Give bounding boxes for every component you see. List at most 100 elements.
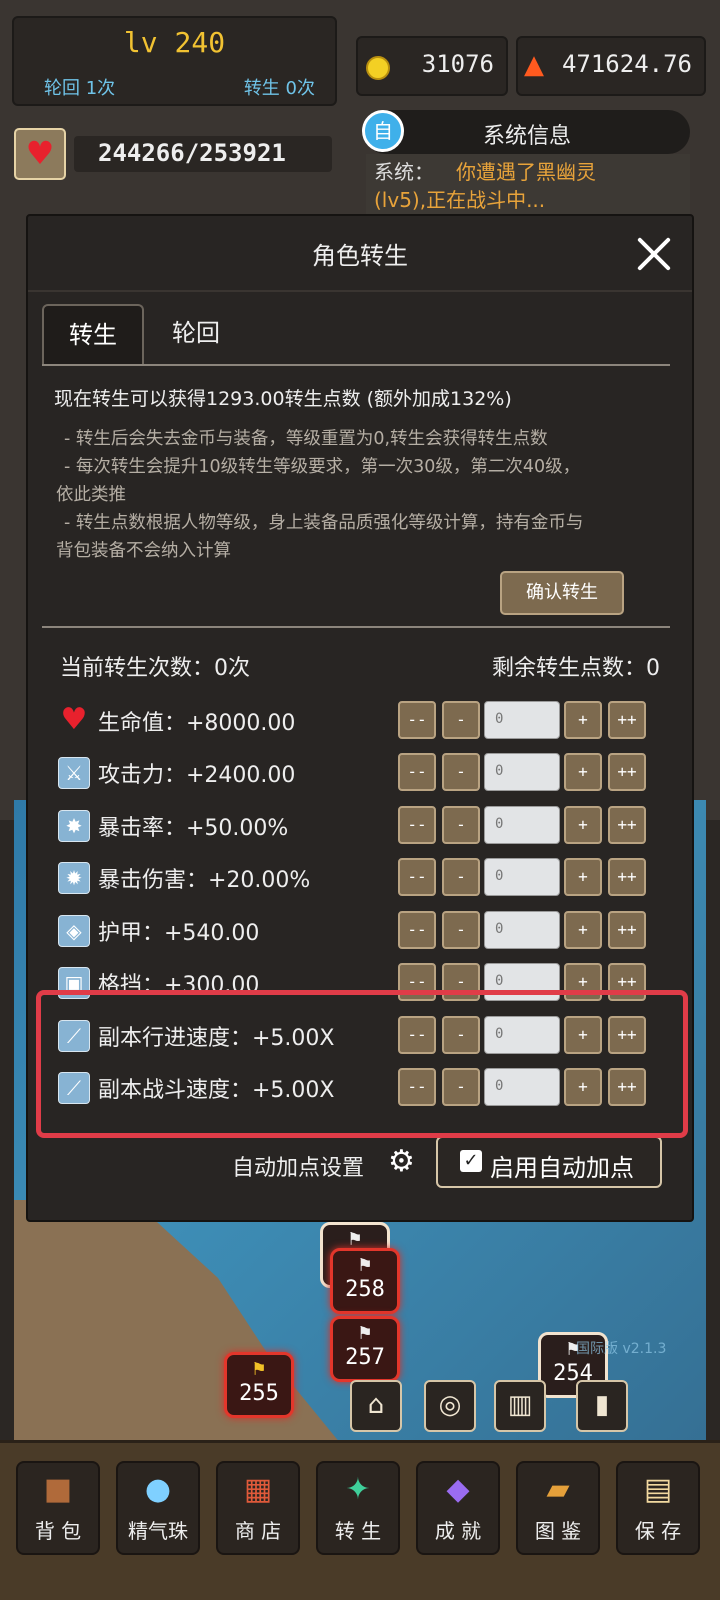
decrease-1-button[interactable]: -: [442, 858, 480, 896]
node-number: 255: [239, 1381, 279, 1406]
crit-damage-icon: ✹: [58, 862, 90, 894]
gold-panel: 31076: [356, 36, 508, 96]
fire-icon: ▲: [524, 50, 544, 80]
player-level: lv 240: [123, 26, 226, 59]
rebirth-note: - 每次转生会提升10级转生等级要求，第一次30级，第二次40级，: [64, 457, 581, 477]
stat-row: ✸ 暴击率：+50.00% -- -0 + ++: [58, 806, 658, 846]
decrease-10-button[interactable]: --: [398, 701, 436, 739]
increase-1-button[interactable]: +: [564, 806, 602, 844]
shield-icon: ◈: [58, 915, 90, 947]
tab-rebirth[interactable]: 转生: [42, 304, 144, 366]
stat-label: 生命值：+8000.00: [98, 711, 296, 736]
level-panel: lv 240 轮回 1次 转生 0次: [12, 16, 337, 106]
nav-label: 图 鉴: [534, 1519, 582, 1543]
increase-1-button[interactable]: +: [564, 911, 602, 949]
gear-icon[interactable]: ⚙: [388, 1144, 415, 1179]
stat-points-input[interactable]: 0: [484, 858, 560, 896]
shop-icon: ▦: [243, 1472, 273, 1507]
node-number: 257: [345, 1345, 385, 1370]
increase-10-button[interactable]: ++: [608, 753, 646, 791]
zhuansheng-count: 转生 0次: [243, 78, 315, 99]
enable-auto-points-button[interactable]: ✓ 启用自动加点: [436, 1136, 662, 1188]
stat-points-input[interactable]: 0: [484, 753, 560, 791]
highlight-box: [36, 990, 688, 1138]
portal-icon[interactable]: ⌂: [350, 1380, 402, 1432]
increase-10-button[interactable]: ++: [608, 911, 646, 949]
stat-row: ♥ 生命值：+8000.00 -- -0 + ++: [58, 701, 658, 741]
flag-icon: ⚑: [358, 1252, 372, 1276]
stat-label: 护甲：+540.00: [98, 921, 260, 946]
increase-1-button[interactable]: +: [564, 701, 602, 739]
increase-10-button[interactable]: ++: [608, 701, 646, 739]
decrease-10-button[interactable]: --: [398, 806, 436, 844]
stat-points-input[interactable]: 0: [484, 701, 560, 739]
backpack-icon: ■: [43, 1472, 73, 1507]
decrease-1-button[interactable]: -: [442, 806, 480, 844]
stat-label: 攻击力：+2400.00: [98, 763, 296, 788]
nav-label: 背 包: [34, 1519, 82, 1543]
map-node-active[interactable]: ⚑ 255: [224, 1352, 294, 1418]
nav-orb[interactable]: ● 精气珠: [116, 1461, 200, 1555]
nav-shop[interactable]: ▦ 商 店: [216, 1461, 300, 1555]
nav-achievement[interactable]: ◆ 成 就: [416, 1461, 500, 1555]
rebirth-note: 背包装备不会纳入计算: [56, 541, 231, 561]
increase-10-button[interactable]: ++: [608, 858, 646, 896]
bottom-navbar: ■ 背 包 ● 精气珠 ▦ 商 店 ✦ 转 生 ◆ 成 就 ▰ 图 鉴 ▤ 保 …: [0, 1440, 720, 1600]
close-icon[interactable]: [632, 232, 676, 276]
divider: [42, 626, 670, 628]
heart-icon: ♥: [60, 702, 88, 737]
stat-row: ✹ 暴击伤害：+20.00% -- -0 + ++: [58, 858, 658, 898]
coin-icon: [366, 56, 390, 80]
auto-points-settings-label: 自动加点设置: [232, 1156, 365, 1181]
speed-icon[interactable]: ◎: [424, 1380, 476, 1432]
power-panel: ▲ 471624.76: [516, 36, 706, 96]
divider: [28, 290, 692, 292]
decrease-1-button[interactable]: -: [442, 911, 480, 949]
tab-reincarnation[interactable]: 轮回: [146, 304, 246, 366]
system-log: 系统： 你遭遇了黑幽灵 (lv5),正在战斗中...: [366, 154, 690, 214]
stat-row: ⚔ 攻击力：+2400.00 -- -0 + ++: [58, 753, 658, 793]
decrease-1-button[interactable]: -: [442, 701, 480, 739]
rebirth-note: - 转生后会失去金币与装备，等级重置为0,转生会获得转生点数: [64, 429, 548, 449]
codex-icon: ▰: [546, 1472, 570, 1507]
power-amount: 471624.76: [561, 50, 692, 78]
gold-amount: 31076: [421, 50, 494, 78]
nav-label: 精气珠: [128, 1519, 188, 1543]
divider: [42, 364, 670, 366]
system-label: 系统：: [374, 160, 434, 184]
bookmark-icon[interactable]: ▮: [576, 1380, 628, 1432]
map-node-current[interactable]: ⚑ 258: [330, 1248, 400, 1314]
rebirth-note: - 转生点数根据人物等级，身上装备品质强化等级计算，持有金币与: [64, 513, 584, 533]
hp-value: 244266/253921: [98, 139, 286, 167]
heart-icon: ♥: [14, 128, 66, 180]
decrease-10-button[interactable]: --: [398, 911, 436, 949]
nav-label: 转 生: [334, 1519, 382, 1543]
decrease-1-button[interactable]: -: [442, 753, 480, 791]
rebirth-note: 依此类推: [56, 485, 126, 505]
checkbox-checked-icon[interactable]: ✓: [460, 1150, 482, 1172]
lunhui-count: 轮回 1次: [44, 78, 116, 99]
version-label: 国际版 v2.1.3: [576, 1341, 667, 1357]
stats-chart-icon[interactable]: ▥: [494, 1380, 546, 1432]
system-info-header[interactable]: 自 系统信息: [362, 110, 690, 154]
decrease-10-button[interactable]: --: [398, 858, 436, 896]
modal-title: 角色转生: [312, 242, 408, 270]
rebirth-icon: ✦: [345, 1472, 371, 1507]
nav-rebirth[interactable]: ✦ 转 生: [316, 1461, 400, 1555]
rebirth-points-info: 现在转生可以获得1293.00转生点数 (额外加成132%): [54, 388, 512, 410]
increase-1-button[interactable]: +: [564, 858, 602, 896]
nav-codex[interactable]: ▰ 图 鉴: [516, 1461, 600, 1555]
stat-points-input[interactable]: 0: [484, 806, 560, 844]
nav-backpack[interactable]: ■ 背 包: [16, 1461, 100, 1555]
map-node[interactable]: ⚑ 257: [330, 1316, 400, 1382]
increase-1-button[interactable]: +: [564, 753, 602, 791]
decrease-10-button[interactable]: --: [398, 753, 436, 791]
increase-10-button[interactable]: ++: [608, 806, 646, 844]
nav-save[interactable]: ▤ 保 存: [616, 1461, 700, 1555]
stat-label: 暴击伤害：+20.00%: [98, 868, 311, 893]
stat-points-input[interactable]: 0: [484, 911, 560, 949]
confirm-rebirth-button[interactable]: 确认转生: [500, 571, 624, 615]
flag-icon: ⚑: [252, 1356, 266, 1380]
crit-icon: ✸: [58, 810, 90, 842]
orb-icon: ●: [144, 1472, 172, 1507]
